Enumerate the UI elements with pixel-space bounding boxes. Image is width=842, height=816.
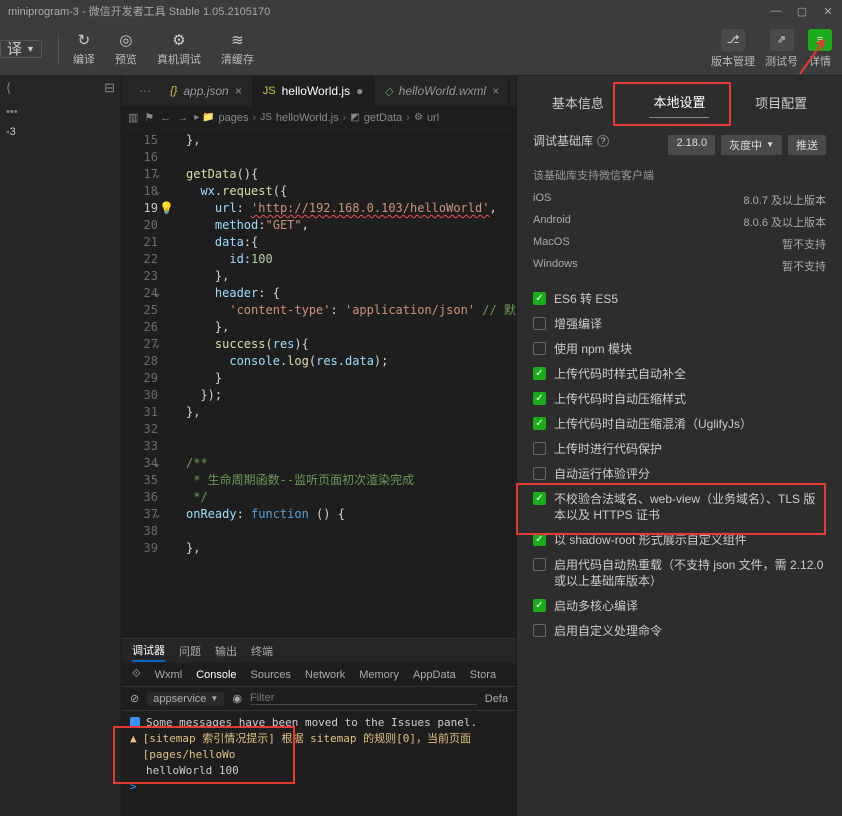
code-editor[interactable]: 151617⌄18⌄19💡2021222324⌄252627⌄282930313… — [122, 130, 516, 638]
setting-checkbox[interactable]: 上传代码时自动压缩混淆（UglifyJs） — [533, 416, 826, 432]
console-line: helloWorld 100 — [130, 763, 508, 779]
back-icon[interactable]: ⟨ — [6, 80, 11, 96]
panel-tab-输出[interactable]: 输出 — [215, 641, 237, 661]
log-level-selector[interactable]: Defa — [485, 693, 508, 705]
panel-tab-终端[interactable]: 终端 — [251, 641, 273, 661]
setting-checkbox[interactable]: 启用自定义处理命令 — [533, 623, 826, 639]
minimize-icon[interactable]: — — [770, 5, 782, 18]
toolbar-详情[interactable]: ≡详情 — [808, 29, 832, 69]
devtool-tab-Sources[interactable]: Sources — [251, 669, 291, 681]
eye-icon[interactable]: ◉ — [232, 692, 242, 705]
explorer-sidebar: ⟨ ⊟ ••• -3 — [0, 76, 122, 816]
devtool-tab-Stora[interactable]: Stora — [470, 669, 496, 681]
nav-back-icon[interactable]: ← — [160, 112, 171, 124]
debug-lib-label: 调试基础库 ? — [533, 132, 609, 149]
close-icon[interactable]: ● — [356, 84, 363, 98]
devtool-tab-Network[interactable]: Network — [305, 669, 345, 681]
bottom-panel: 调试器问题输出终端 ⟐ Wxml Console Sources Network Mem… — [122, 638, 516, 816]
tab-app.json[interactable]: {}app.json× — [160, 76, 253, 106]
close-icon[interactable]: × — [235, 84, 242, 98]
tab-actions-icon[interactable]: ⋯ — [130, 76, 160, 106]
breadcrumb-item[interactable]: ›◩getData — [343, 112, 403, 124]
breadcrumb-item[interactable]: ›JShelloWorld.js — [253, 112, 339, 124]
close-icon[interactable]: ✕ — [822, 5, 834, 18]
toolbar-真机调试[interactable]: ⚙真机调试 — [157, 31, 201, 67]
setting-checkbox[interactable]: 以 shadow-root 形式展示自定义组件 — [533, 532, 826, 548]
toolbar-版本管理[interactable]: ⎇版本管理 — [711, 29, 755, 69]
nav-fwd-icon[interactable]: → — [177, 112, 188, 124]
support-note: 该基础库支持微信客户端 — [533, 167, 826, 183]
detail-tab-基本信息[interactable]: 基本信息 — [548, 87, 608, 118]
push-button[interactable]: 推送 — [788, 135, 826, 155]
setting-checkbox[interactable]: 上传时进行代码保护 — [533, 441, 826, 457]
setting-checkbox[interactable]: ES6 转 ES5 — [533, 291, 826, 307]
toolbar-预览[interactable]: ◎预览 — [115, 31, 137, 67]
toolbar-测试号[interactable]: ⇗测试号 — [765, 29, 798, 69]
tree-item[interactable]: -3 — [0, 124, 121, 140]
ellipsis-icon[interactable]: ••• — [0, 100, 121, 124]
devtool-tab-Memory[interactable]: Memory — [359, 669, 399, 681]
setting-checkbox[interactable]: 不校验合法域名、web-view（业务域名）、TLS 版本以及 HTTPS 证书 — [533, 491, 826, 523]
support-row: iOS8.0.7 及以上版本 — [533, 189, 826, 211]
maximize-icon[interactable]: ▢ — [796, 5, 808, 18]
detail-tab-本地设置[interactable]: 本地设置 — [649, 86, 709, 118]
breadcrumb-item[interactable]: ›⚙url — [406, 112, 439, 124]
setting-checkbox[interactable]: 启动多核心编译 — [533, 598, 826, 614]
console-line: Some messages have been moved to the Iss… — [130, 715, 508, 731]
main-toolbar: 译▼ ↻编译 ◎预览 ⚙真机调试 ≋清缓存 ⎇版本管理 ⇗测试号 ≡详情 — [0, 22, 842, 76]
support-row: MacOS暂不支持 — [533, 233, 826, 255]
editor-tabs: ⋯ {}app.json×JShelloWorld.js●◇helloWorld… — [122, 76, 516, 106]
console-filter-input[interactable] — [250, 692, 477, 705]
window-title: miniprogram-3 - 微信开发者工具 Stable 1.05.2105… — [8, 3, 270, 19]
devtool-tab-AppData[interactable]: AppData — [413, 669, 456, 681]
scheme-dropdown[interactable]: 译▼ — [0, 40, 42, 58]
toolbar-编译[interactable]: ↻编译 — [73, 31, 95, 67]
lib-channel-select[interactable]: 灰度中▼ — [721, 135, 782, 155]
tab-helloWorld.wxml[interactable]: ◇helloWorld.wxml× — [374, 76, 510, 106]
inspect-icon[interactable]: ⟐ — [132, 668, 141, 681]
setting-checkbox[interactable]: 上传代码时自动压缩样式 — [533, 391, 826, 407]
breadcrumb-item[interactable]: ▸ 📁pages — [194, 112, 248, 124]
bookmark-icon[interactable]: ⚑ — [144, 111, 154, 124]
detail-tab-项目配置[interactable]: 项目配置 — [751, 87, 811, 118]
devtool-tab-Wxml[interactable]: Wxml — [155, 669, 183, 681]
support-row: Android8.0.6 及以上版本 — [533, 211, 826, 233]
toolbar-清缓存[interactable]: ≋清缓存 — [221, 31, 254, 67]
details-panel: 基本信息 本地设置 项目配置 调试基础库 ? 2.18.0 灰度中▼ 推送 该基础库… — [516, 76, 842, 816]
setting-checkbox[interactable]: 增强编译 — [533, 316, 826, 332]
panel-tab-调试器[interactable]: 调试器 — [132, 640, 165, 662]
breadcrumb: ▥ ⚑ ← → ▸ 📁pages ›JShelloWorld.js ›◩getDat… — [122, 106, 516, 130]
setting-checkbox[interactable]: 上传代码时样式自动补全 — [533, 366, 826, 382]
close-icon[interactable]: × — [492, 84, 499, 98]
setting-checkbox[interactable]: 启用代码自动热重载（不支持 json 文件，需 2.12.0 或以上基础库版本） — [533, 557, 826, 589]
console-toolbar: ⊘ appservice▼ ◉ Defa — [122, 687, 516, 711]
split-editor-icon[interactable]: ▥ — [128, 111, 138, 124]
panel-tab-问题[interactable]: 问题 — [179, 641, 201, 661]
lib-version-pill: 2.18.0 — [668, 135, 715, 155]
setting-checkbox[interactable]: 自动运行体验评分 — [533, 466, 826, 482]
window-titlebar: miniprogram-3 - 微信开发者工具 Stable 1.05.2105… — [0, 0, 842, 22]
collapse-icon[interactable]: ⊟ — [104, 80, 115, 96]
tab-helloWorld.js[interactable]: JShelloWorld.js● — [253, 76, 375, 106]
clear-console-icon[interactable]: ⊘ — [130, 692, 139, 705]
help-icon[interactable]: ? — [597, 135, 609, 147]
support-row: Windows暂不支持 — [533, 255, 826, 277]
console-line: > — [130, 779, 508, 795]
context-selector[interactable]: appservice▼ — [147, 692, 224, 706]
devtool-tab-Console[interactable]: Console — [196, 669, 236, 681]
console-line: ▲[sitemap 索引情况提示] 根据 sitemap 的规则[0]，当前页面… — [130, 731, 508, 763]
setting-checkbox[interactable]: 使用 npm 模块 — [533, 341, 826, 357]
